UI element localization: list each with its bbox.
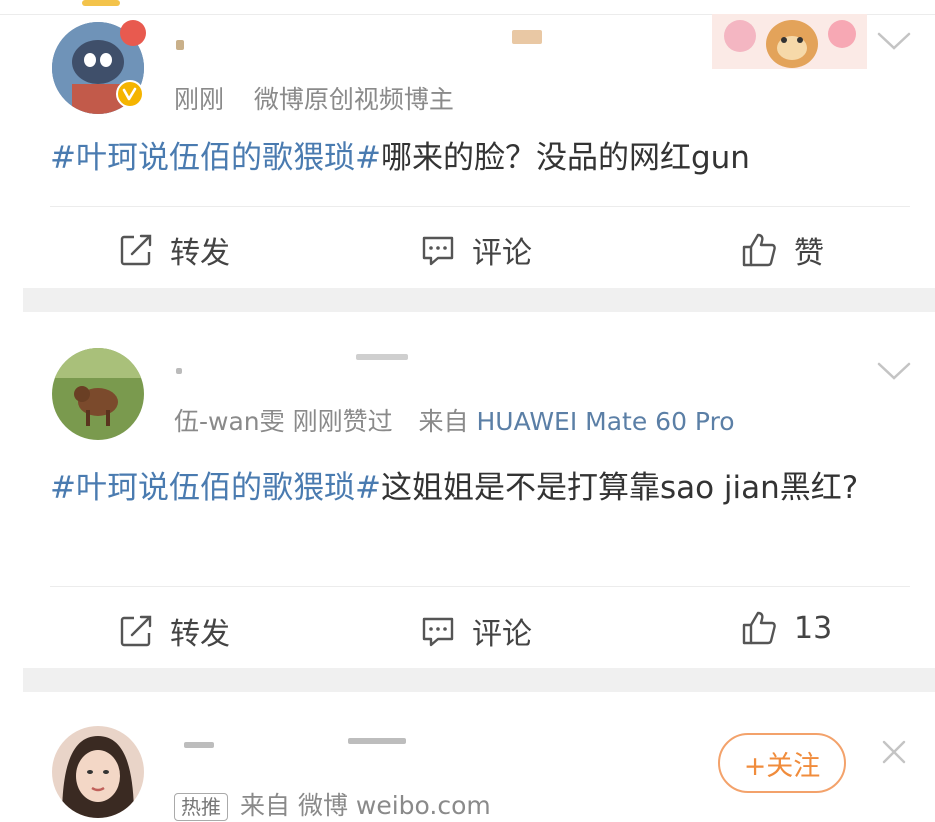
comment-button[interactable]: 评论 xyxy=(420,228,532,272)
post-from-label: 来自 xyxy=(418,407,469,436)
username-redacted xyxy=(176,40,184,50)
follow-label: +关注 xyxy=(743,750,821,782)
comment-button[interactable]: 评论 xyxy=(420,609,532,653)
promoted-tag: 热推 xyxy=(174,793,228,821)
post-source[interactable]: HUAWEI Mate 60 Pro xyxy=(476,407,734,436)
topic-link[interactable]: #叶珂说伍佰的歌猥琐# xyxy=(50,470,381,506)
repost-button[interactable]: 转发 xyxy=(118,609,230,653)
post-text: #叶珂说伍佰的歌猥琐#哪来的脸？没品的网红gun xyxy=(50,130,910,186)
follow-button[interactable]: +关注 xyxy=(718,733,846,793)
username-redacted xyxy=(356,354,408,360)
divider xyxy=(50,586,910,587)
comment-icon xyxy=(422,617,454,647)
like-count: 13 xyxy=(794,610,833,646)
card-separator xyxy=(23,668,935,692)
avatar-image xyxy=(52,726,144,818)
divider xyxy=(50,206,910,207)
repost-icon xyxy=(120,234,152,266)
repost-icon xyxy=(120,615,152,647)
post-body: 哪来的脸？没品的网红gun xyxy=(380,140,750,176)
topic-link[interactable]: #叶珂说伍佰的歌猥琐# xyxy=(50,140,381,176)
comment-label: 评论 xyxy=(472,236,532,271)
decorative-sticker xyxy=(712,14,867,69)
post-time: 刚刚 xyxy=(174,85,225,114)
post-source: 微博原创视频博主 xyxy=(253,85,454,114)
verified-badge-icon xyxy=(116,80,144,108)
username-redacted xyxy=(348,738,406,744)
post-meta: 伍-wan雯 刚刚赞过 来自 HUAWEI Mate 60 Pro xyxy=(174,402,735,438)
repost-label: 转发 xyxy=(170,236,230,271)
username-redacted xyxy=(184,742,214,748)
like-icon xyxy=(742,611,776,645)
username-redacted xyxy=(512,30,542,44)
chevron-down-icon[interactable] xyxy=(876,30,912,56)
avatar[interactable] xyxy=(52,726,144,818)
like-button[interactable]: 赞 xyxy=(740,228,824,272)
username-redacted xyxy=(176,368,182,374)
post-author-prefix: 伍-wan雯 xyxy=(174,407,285,436)
post-meta: 热推 来自 微博 weibo.com xyxy=(174,786,491,822)
post-time: 刚刚赞过 xyxy=(292,407,393,436)
repost-label: 转发 xyxy=(170,617,230,652)
post-body: 这姐姐是不是打算靠sao jian黑红? xyxy=(380,470,859,506)
post-meta: 刚刚 微博原创视频博主 xyxy=(174,80,454,116)
notification-dot xyxy=(120,20,146,46)
post-text: #叶珂说伍佰的歌猥琐#这姐姐是不是打算靠sao jian黑红? xyxy=(50,460,900,516)
comment-label: 评论 xyxy=(472,617,532,652)
like-icon xyxy=(742,233,776,267)
repost-button[interactable]: 转发 xyxy=(118,228,230,272)
close-icon[interactable] xyxy=(880,738,908,770)
chevron-down-icon[interactable] xyxy=(876,360,912,386)
avatar-image xyxy=(52,348,144,440)
card-separator xyxy=(23,288,935,312)
post-source: 来自 微博 weibo.com xyxy=(240,791,491,820)
comment-icon xyxy=(422,236,454,266)
top-indicator xyxy=(82,0,120,6)
like-label: 赞 xyxy=(794,236,824,271)
like-button[interactable]: 13 xyxy=(740,609,832,647)
avatar[interactable] xyxy=(52,348,144,440)
